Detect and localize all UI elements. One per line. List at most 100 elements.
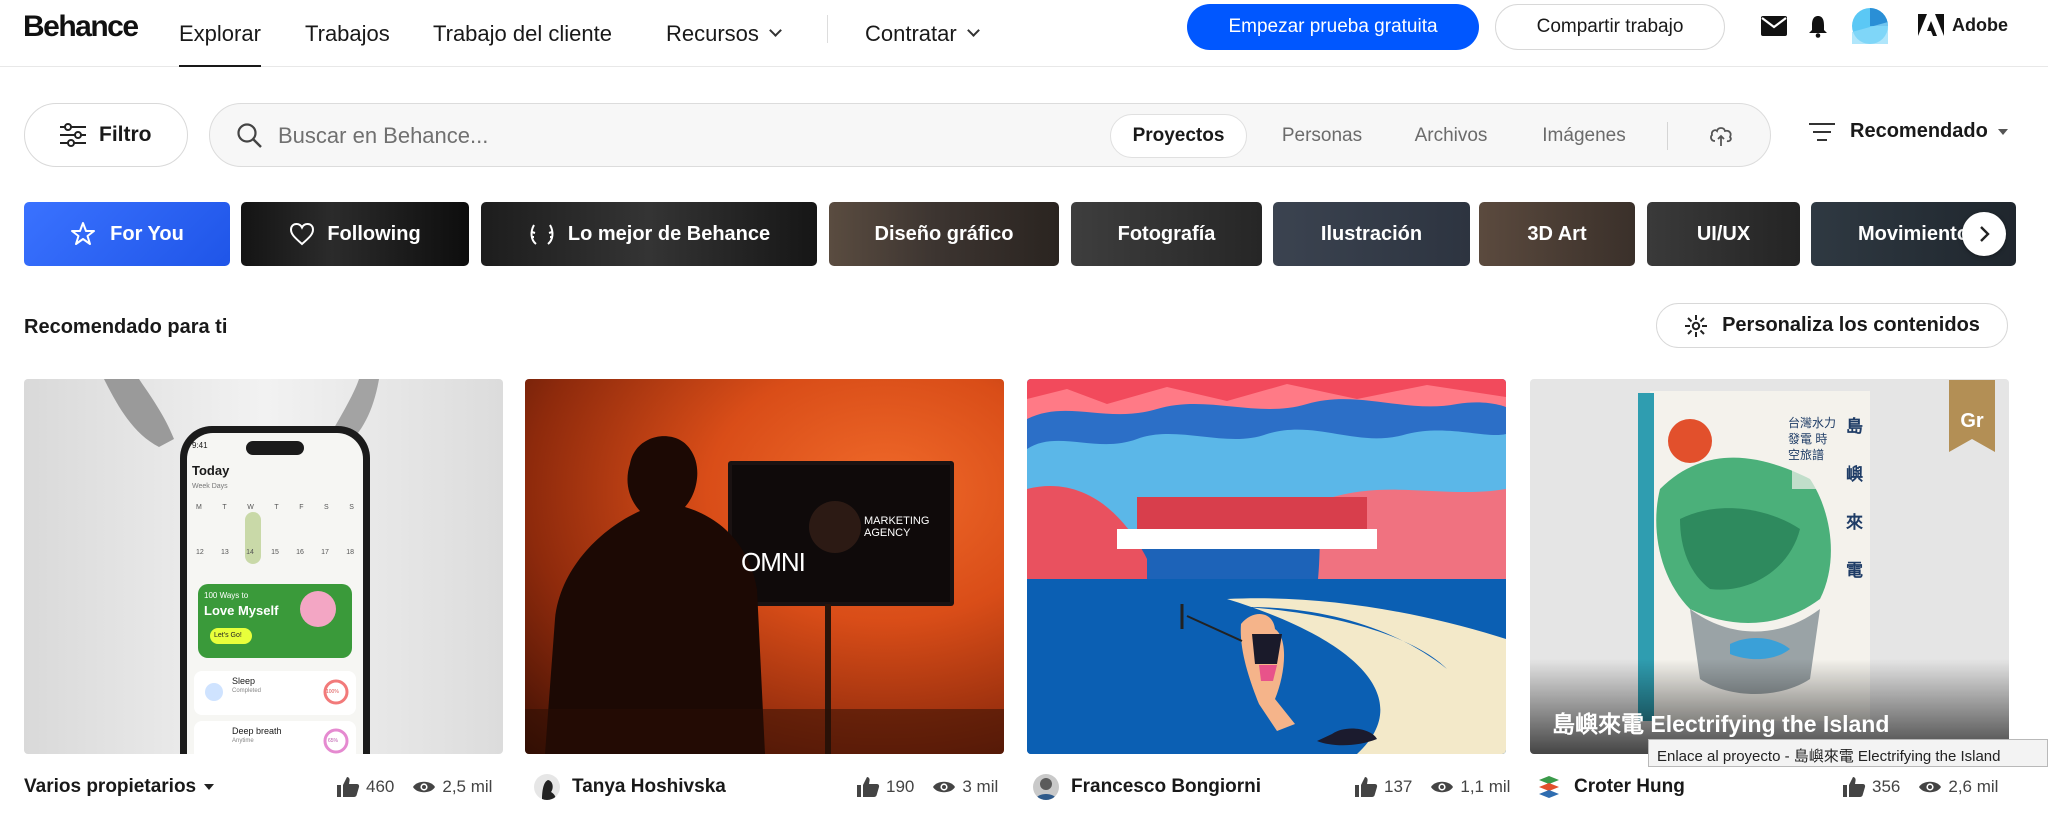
project-thumbnail: [104, 379, 379, 754]
category-label: Fotografía: [1117, 222, 1216, 245]
phone-date-label: 16: [296, 549, 304, 556]
top-navigation-bar: Behance Explorar Trabajos Trabajo del cl…: [0, 0, 2048, 67]
owner-name: Francesco Bongiorni: [1071, 776, 1262, 797]
project-3-owner[interactable]: Francesco Bongiorni: [1033, 774, 1262, 800]
category-photography[interactable]: Fotografía: [1071, 202, 1262, 266]
image-search-icon[interactable]: [1706, 122, 1736, 150]
laurel-icon: [530, 224, 554, 245]
user-avatar[interactable]: [1851, 7, 1889, 45]
phone-day-label: T: [274, 504, 279, 511]
thumbs-up-icon: [1355, 777, 1378, 797]
search-tab-people[interactable]: Personas: [1258, 114, 1386, 158]
likes-count: 190: [886, 777, 915, 796]
section-title: Recomendado para ti: [24, 316, 228, 338]
project-4-owner[interactable]: Croter Hung: [1536, 774, 1685, 800]
project-card-3[interactable]: [1027, 379, 1506, 754]
monitor-brand: OMNI: [741, 547, 806, 577]
category-for-you[interactable]: For You: [24, 202, 230, 266]
phone-item-2-pct: 65%: [328, 738, 339, 744]
thumbs-up-icon: [1843, 777, 1866, 797]
project-1-stats: 460 2,5 mil: [336, 775, 492, 799]
bell-icon[interactable]: [1806, 12, 1830, 40]
phone-item-2: Deep breath: [232, 726, 282, 736]
project-thumbnail: [1530, 391, 2009, 754]
search-input[interactable]: Buscar en Behance...: [278, 123, 488, 149]
likes-count: 137: [1384, 777, 1413, 796]
star-icon: [71, 222, 96, 245]
behance-logo[interactable]: Behance: [23, 10, 139, 44]
views-count: 2,6 mil: [1948, 777, 1999, 796]
category-label: Ilustración: [1320, 222, 1423, 245]
category-illustration[interactable]: Ilustración: [1273, 202, 1470, 266]
category-label: Diseño gráfico: [874, 222, 1014, 245]
search-icon: [237, 123, 262, 148]
categories-next-button[interactable]: [1962, 212, 2006, 256]
owner-name: Tanya Hoshivska: [572, 776, 726, 797]
views-count: 3 mil: [962, 777, 999, 796]
nav-client-work-label: Trabajo del cliente: [433, 20, 612, 46]
search-tab-images[interactable]: Imágenes: [1518, 114, 1650, 158]
search-tab-projects[interactable]: Proyectos: [1110, 114, 1247, 158]
adobe-link[interactable]: Adobe: [1918, 12, 2018, 38]
chevron-down-icon: [769, 24, 782, 37]
owner-name: Croter Hung: [1574, 776, 1685, 797]
filter-button[interactable]: Filtro: [24, 103, 188, 167]
phone-card-title: Love Myself: [204, 603, 279, 618]
phone-item-1-pct: 100%: [326, 689, 339, 695]
sort-label: Recomendado: [1850, 120, 1988, 142]
category-best-of-behance[interactable]: Lo mejor de Behance: [481, 202, 817, 266]
phone-screen-subtitle: Week Days: [192, 483, 228, 490]
phone-date-label: 17: [321, 549, 329, 556]
project-card-2[interactable]: OMNI MARKETING AGENCY: [525, 379, 1004, 754]
sparkle-icon: [1685, 314, 1708, 337]
adobe-label: Adobe: [1952, 14, 2008, 35]
category-graphic-design[interactable]: Diseño gráfico: [829, 202, 1059, 266]
phone-day-label: S: [349, 504, 354, 511]
phone-day-label: T: [222, 504, 227, 511]
nav-explore-label: Explorar: [179, 20, 261, 46]
phone-week-dates: 12 13 14 15 16 17 18: [196, 549, 354, 556]
start-free-trial-button[interactable]: Empezar prueba gratuita: [1187, 4, 1479, 50]
owner-name: Varios propietarios: [24, 776, 197, 797]
nav-jobs[interactable]: Trabajos: [305, 0, 390, 67]
book-subtitle: 台灣水力發電 時空旅譜: [1788, 416, 1837, 462]
project-link-tooltip: Enlace al proyecto - 島嶼來電 Electrifying t…: [1648, 739, 2048, 767]
share-work-button[interactable]: Compartir trabajo: [1495, 4, 1725, 50]
personalize-content-button[interactable]: Personaliza los contenidos: [1656, 303, 2008, 348]
category-label: Lo mejor de Behance: [567, 222, 771, 245]
mail-icon[interactable]: [1760, 14, 1788, 38]
category-label: Following: [327, 222, 421, 245]
project-card-4[interactable]: 島 嶼 來 電 台灣水力發電 時空旅譜 島嶼來電 Electrifying th…: [1530, 379, 2009, 754]
likes-count: 356: [1872, 777, 1901, 796]
avatar: [1033, 774, 1059, 800]
project-title-overlay: 島嶼來電 Electrifying the Island: [1552, 711, 1890, 737]
phone-item-1: Sleep: [232, 676, 256, 686]
project-card-1[interactable]: 9:41 Today Week Days 100 Ways to Love My…: [24, 379, 503, 754]
category-ui-ux[interactable]: UI/UX: [1647, 202, 1800, 266]
eye-icon: [413, 781, 436, 793]
nav-jobs-label: Trabajos: [305, 20, 390, 46]
category-following[interactable]: Following: [241, 202, 469, 266]
chevron-right-icon: [1980, 226, 1990, 242]
project-1-owner[interactable]: Varios propietarios: [24, 775, 215, 799]
filter-label: Filtro: [99, 123, 152, 146]
monitor-headline: MARKETING AGENCY: [864, 515, 930, 539]
nav-resources[interactable]: Recursos: [666, 0, 782, 67]
nav-explore[interactable]: Explorar: [179, 0, 261, 67]
nav-resources-label: Recursos: [666, 20, 759, 46]
views-count: 2,5 mil: [442, 777, 493, 796]
nav-client-work[interactable]: Trabajo del cliente: [433, 0, 612, 67]
phone-card-kicker: 100 Ways to: [204, 591, 249, 600]
sort-icon: [1809, 122, 1835, 141]
avatar: [1536, 774, 1562, 800]
caret-down-icon: [1997, 128, 2008, 135]
project-2-owner[interactable]: Tanya Hoshivska: [534, 774, 726, 800]
nav-hire[interactable]: Contratar: [865, 0, 980, 67]
search-tab-assets[interactable]: Archivos: [1393, 114, 1509, 158]
phone-week-days: MTWTFSS: [196, 504, 354, 511]
search-bar: Buscar en Behance... Proyectos Personas …: [209, 103, 1771, 167]
category-3d-art[interactable]: 3D Art: [1479, 202, 1635, 266]
project-thumbnail: [1027, 379, 1506, 754]
sort-dropdown[interactable]: Recomendado: [1808, 120, 2008, 143]
phone-day-label: M: [196, 504, 202, 511]
